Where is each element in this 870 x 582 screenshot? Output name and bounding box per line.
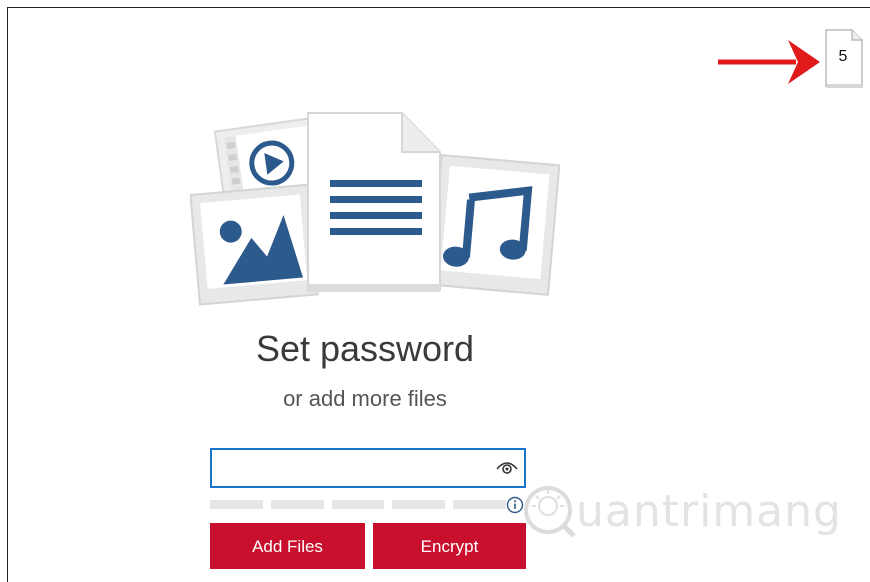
- strength-segment: [210, 500, 263, 509]
- show-password-icon[interactable]: [496, 461, 518, 475]
- strength-segment: [331, 500, 385, 509]
- file-count-number: 5: [838, 48, 848, 65]
- watermark-text: uantrimang: [576, 486, 842, 537]
- file-count-badge[interactable]: 5: [824, 28, 863, 88]
- document-file-icon: [307, 112, 441, 292]
- page-subtitle: or add more files: [283, 386, 447, 411]
- strength-segment: [392, 500, 446, 509]
- annotation-arrow: [718, 40, 820, 84]
- password-input[interactable]: [218, 454, 492, 484]
- page-title: Set password: [255, 328, 475, 369]
- strength-segment: [270, 500, 324, 509]
- add-files-button[interactable]: Add Files: [210, 523, 365, 569]
- files-illustration: [190, 112, 560, 306]
- password-field[interactable]: [210, 448, 526, 488]
- watermark: uantrimang: [518, 478, 848, 538]
- password-strength-meter: [210, 500, 506, 509]
- music-file-icon: [429, 153, 560, 296]
- watermark-logo-icon: [524, 486, 576, 538]
- strength-segment: [453, 500, 506, 509]
- image-file-icon: [190, 183, 319, 306]
- encrypt-button[interactable]: Encrypt: [373, 523, 526, 569]
